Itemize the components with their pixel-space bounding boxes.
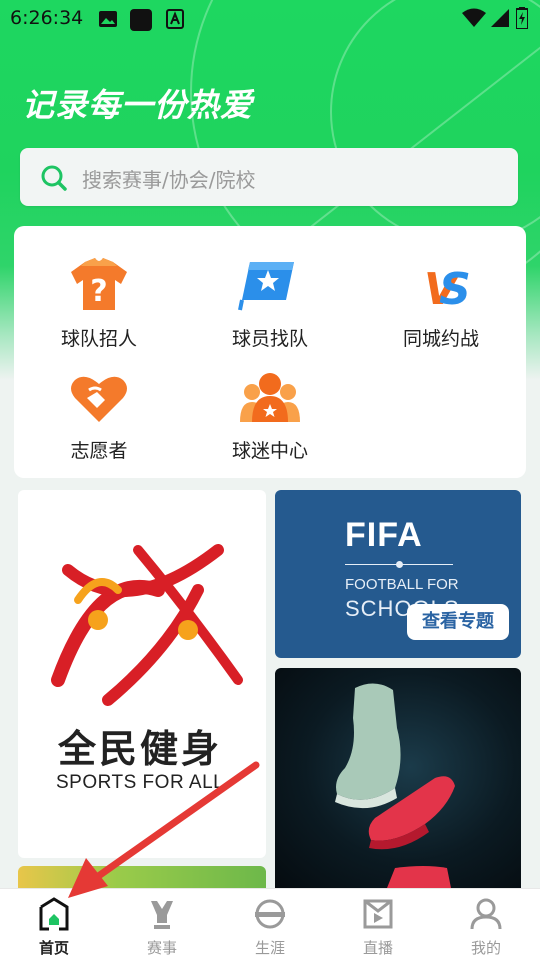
career-icon xyxy=(255,899,285,929)
feature-label: 球员找队 xyxy=(231,328,308,350)
search-bar[interactable]: 搜索赛事/协会/院校 xyxy=(20,148,518,206)
tab-home[interactable]: 首页 xyxy=(0,889,108,961)
search-icon xyxy=(41,165,67,191)
feature-label: 球迷中心 xyxy=(231,440,308,462)
question-jersey-icon: ? xyxy=(71,258,127,310)
fifa-dot xyxy=(396,561,403,568)
promo-tile-partial[interactable] xyxy=(18,866,266,888)
feature-local-match[interactable]: VS 同城约战 xyxy=(356,256,526,351)
feature-recruit-players[interactable]: ? 球队招人 xyxy=(14,256,184,351)
signal-icon xyxy=(491,9,509,27)
sports-for-all-cn: 全民健身 xyxy=(58,726,223,771)
fifa-logo: FIFA xyxy=(345,516,423,554)
tab-live[interactable]: 直播 xyxy=(324,889,432,961)
a-letter-icon xyxy=(166,9,184,29)
search-placeholder: 搜索赛事/协会/院校 xyxy=(82,168,256,192)
feature-fan-center[interactable]: 球迷中心 xyxy=(185,368,355,463)
fifa-line1: FOOTBALL FOR xyxy=(345,576,459,593)
tab-events[interactable]: 赛事 xyxy=(108,889,216,961)
status-time: 6:26:34 xyxy=(10,7,84,29)
svg-text:?: ? xyxy=(90,274,107,309)
battery-icon xyxy=(516,7,528,29)
tab-profile[interactable]: 我的 xyxy=(432,889,540,961)
home-icon xyxy=(39,897,69,931)
fans-icon xyxy=(240,373,300,422)
feature-label: 同城约战 xyxy=(402,328,479,350)
hero-tagline: 记录每一份热爱 xyxy=(22,86,254,124)
svg-text:S: S xyxy=(439,264,471,314)
app-square-icon xyxy=(130,9,152,31)
feature-volunteer[interactable]: 志愿者 xyxy=(14,368,184,463)
feature-find-team[interactable]: 球员找队 xyxy=(185,256,355,351)
feature-grid: ? 球队招人 球员找队 VS 同城约战 志愿者 球迷中心 xyxy=(14,226,526,478)
star-flag-icon xyxy=(238,262,294,311)
sports-for-all-banner[interactable]: 全民健身 SPORTS FOR ALL xyxy=(18,490,266,858)
view-topic-button[interactable]: 查看专题 xyxy=(407,604,509,640)
trophy-icon xyxy=(151,901,173,929)
feature-label: 球队招人 xyxy=(60,328,137,350)
football-boots-image xyxy=(335,683,455,888)
sports-for-all-logo xyxy=(51,544,243,706)
sports-for-all-en: SPORTS FOR ALL xyxy=(56,772,225,793)
tab-label: 我的 xyxy=(470,939,501,957)
bottom-tab-bar: 首页 赛事 生涯 直播 我的 xyxy=(0,888,540,961)
gallery-icon xyxy=(99,11,117,27)
fifa-schools-banner[interactable]: FIFA FOOTBALL FOR SCHOOLS 查看专题 xyxy=(275,490,521,658)
profile-icon xyxy=(470,898,502,930)
tab-label: 直播 xyxy=(362,939,393,957)
vs-icon: VS xyxy=(424,264,471,315)
live-icon xyxy=(363,899,393,929)
tab-label: 生涯 xyxy=(254,939,285,957)
status-bar: 6:26:34 xyxy=(0,0,540,38)
wifi-icon xyxy=(462,8,486,27)
tab-career[interactable]: 生涯 xyxy=(216,889,324,961)
heart-hands-icon xyxy=(71,376,127,422)
tab-label: 赛事 xyxy=(146,939,177,957)
feature-label: 志愿者 xyxy=(70,440,128,462)
football-boots-banner[interactable] xyxy=(275,668,521,888)
tab-label: 首页 xyxy=(38,939,69,957)
